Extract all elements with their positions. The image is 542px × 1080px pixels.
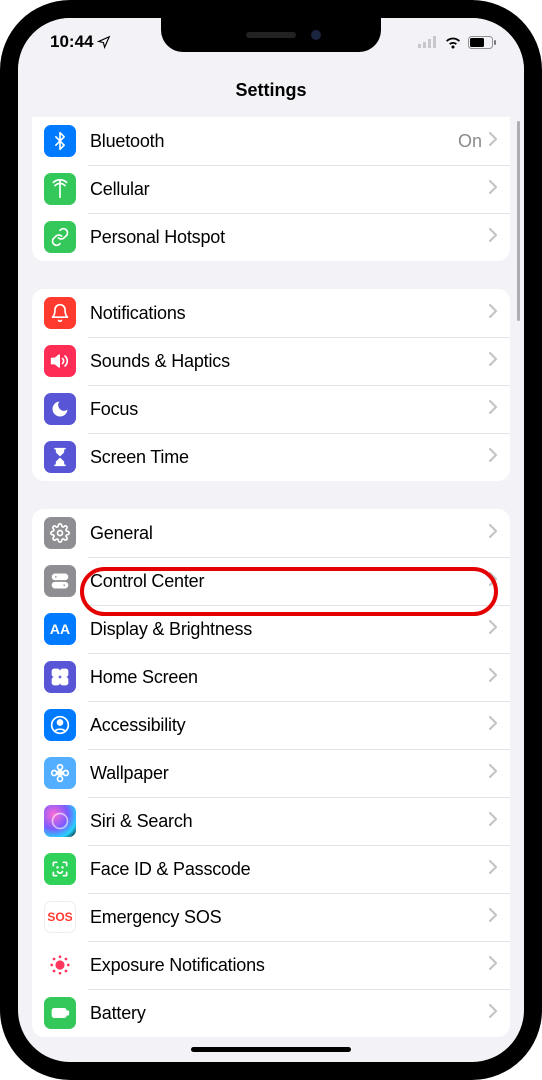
display-icon: AA: [44, 613, 76, 645]
notifications-icon: [44, 297, 76, 329]
chevron-right-icon: [488, 523, 498, 544]
row-label: Sounds & Haptics: [90, 351, 488, 372]
accessibility-icon: [44, 709, 76, 741]
volume-up-button: [0, 275, 2, 360]
chevron-right-icon: [488, 447, 498, 468]
chevron-right-icon: [488, 303, 498, 324]
settings-row-hotspot[interactable]: Personal Hotspot: [32, 213, 510, 261]
settings-row-screentime[interactable]: Screen Time: [32, 433, 510, 481]
settings-row-exposure[interactable]: Exposure Notifications: [32, 941, 510, 989]
row-label: Focus: [90, 399, 488, 420]
chevron-right-icon: [488, 859, 498, 880]
row-label: Wallpaper: [90, 763, 488, 784]
chevron-right-icon: [488, 179, 498, 200]
chevron-right-icon: [488, 227, 498, 248]
settings-list[interactable]: BluetoothOn Cellular Personal Hotspot Notif…: [18, 117, 524, 1060]
settings-row-focus[interactable]: Focus: [32, 385, 510, 433]
settings-row-general[interactable]: General: [32, 509, 510, 557]
row-label: Emergency SOS: [90, 907, 488, 928]
row-label: Home Screen: [90, 667, 488, 688]
controlcenter-icon: [44, 565, 76, 597]
settings-row-controlcenter[interactable]: Control Center: [32, 557, 510, 605]
row-label: Exposure Notifications: [90, 955, 488, 976]
chevron-right-icon: [488, 131, 498, 152]
settings-row-faceid[interactable]: Face ID & Passcode: [32, 845, 510, 893]
settings-row-battery[interactable]: Battery: [32, 989, 510, 1037]
chevron-right-icon: [488, 955, 498, 976]
row-label: Accessibility: [90, 715, 488, 736]
settings-row-sounds[interactable]: Sounds & Haptics: [32, 337, 510, 385]
settings-row-siri[interactable]: Siri & Search: [32, 797, 510, 845]
settings-row-sos[interactable]: SOS Emergency SOS: [32, 893, 510, 941]
chevron-right-icon: [488, 907, 498, 928]
screen: 10:44: [18, 18, 524, 1062]
homescreen-icon: [44, 661, 76, 693]
chevron-right-icon: [488, 667, 498, 688]
settings-row-homescreen[interactable]: Home Screen: [32, 653, 510, 701]
chevron-right-icon: [488, 763, 498, 784]
chevron-right-icon: [488, 619, 498, 640]
page-title: Settings: [18, 66, 524, 117]
chevron-right-icon: [488, 1003, 498, 1024]
sos-icon: SOS: [44, 901, 76, 933]
home-indicator[interactable]: [191, 1047, 351, 1052]
row-label: General: [90, 523, 488, 544]
row-label: Siri & Search: [90, 811, 488, 832]
wallpaper-icon: [44, 757, 76, 789]
settings-row-accessibility[interactable]: Accessibility: [32, 701, 510, 749]
cellular-icon: [418, 36, 438, 48]
settings-group: General Control Center AA Display & Brightn…: [32, 509, 510, 1037]
sounds-icon: [44, 345, 76, 377]
focus-icon: [44, 393, 76, 425]
exposure-icon: [44, 949, 76, 981]
faceid-icon: [44, 853, 76, 885]
wifi-icon: [444, 36, 462, 49]
row-label: Screen Time: [90, 447, 488, 468]
mute-switch: [0, 210, 2, 255]
row-label: Battery: [90, 1003, 488, 1024]
settings-row-bluetooth[interactable]: BluetoothOn: [32, 117, 510, 165]
cellular-icon: [44, 173, 76, 205]
chevron-right-icon: [488, 715, 498, 736]
settings-row-display[interactable]: AA Display & Brightness: [32, 605, 510, 653]
chevron-right-icon: [488, 351, 498, 372]
row-value: On: [458, 131, 482, 152]
row-label: Control Center: [90, 571, 488, 592]
hotspot-icon: [44, 221, 76, 253]
notch: [161, 18, 381, 52]
settings-group: BluetoothOn Cellular Personal Hotspot: [32, 117, 510, 261]
screentime-icon: [44, 441, 76, 473]
chevron-right-icon: [488, 811, 498, 832]
settings-row-cellular[interactable]: Cellular: [32, 165, 510, 213]
row-label: Bluetooth: [90, 131, 458, 152]
chevron-right-icon: [488, 571, 498, 592]
row-label: Cellular: [90, 179, 488, 200]
chevron-right-icon: [488, 399, 498, 420]
status-time: 10:44: [50, 32, 93, 52]
volume-down-button: [0, 375, 2, 460]
row-label: Notifications: [90, 303, 488, 324]
bluetooth-icon: [44, 125, 76, 157]
row-label: Face ID & Passcode: [90, 859, 488, 880]
battery-icon: [468, 36, 496, 49]
phone-frame: 10:44: [0, 0, 542, 1080]
location-icon: [97, 35, 111, 49]
row-label: Display & Brightness: [90, 619, 488, 640]
settings-row-notifications[interactable]: Notifications: [32, 289, 510, 337]
row-label: Personal Hotspot: [90, 227, 488, 248]
settings-row-wallpaper[interactable]: Wallpaper: [32, 749, 510, 797]
general-icon: [44, 517, 76, 549]
battery-icon: [44, 997, 76, 1029]
siri-icon: [44, 805, 76, 837]
settings-group: Notifications Sounds & Haptics Focus Screen…: [32, 289, 510, 481]
scroll-indicator[interactable]: [517, 121, 520, 321]
